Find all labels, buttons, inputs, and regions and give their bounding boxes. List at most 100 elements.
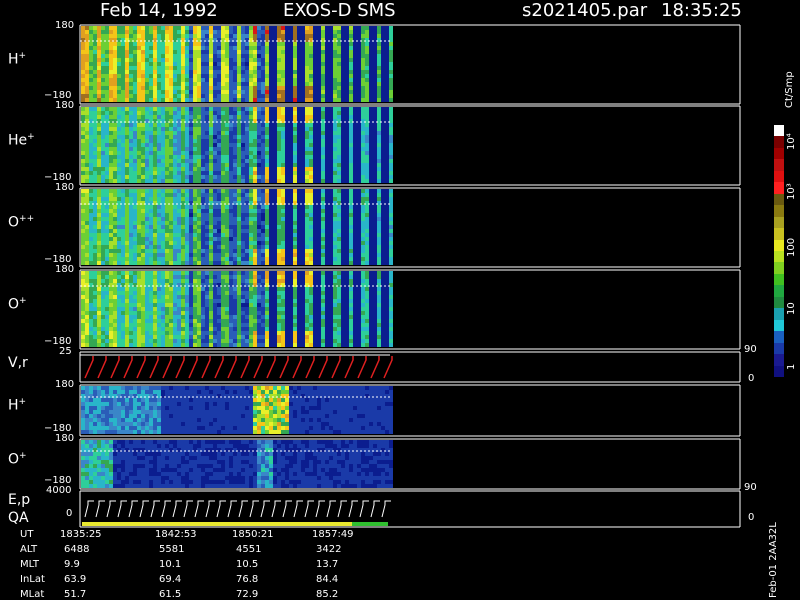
heatmap-cell — [325, 30, 329, 34]
heatmap-cell — [193, 42, 197, 46]
heatmap-cell — [93, 311, 97, 315]
heatmap-cell — [349, 54, 353, 58]
heatmap-cell — [133, 261, 137, 265]
heatmap-cell — [113, 197, 117, 201]
heatmap-cell — [329, 107, 333, 111]
heatmap-cell — [341, 257, 345, 261]
heatmap-cell — [121, 331, 125, 335]
heatmap-cell — [277, 70, 281, 74]
heatmap-cell — [157, 193, 161, 197]
heatmap-cell — [357, 193, 361, 197]
heatmap-cell — [381, 175, 385, 179]
heatmap-cell — [337, 213, 341, 217]
heatmap-cell — [281, 111, 285, 115]
heatmap-cell — [369, 54, 373, 58]
heatmap-cell — [229, 143, 233, 147]
heatmap-cell — [133, 70, 137, 74]
heatmap-cell — [205, 30, 209, 34]
heatmap-cell — [145, 323, 149, 327]
heatmap-cell — [337, 155, 341, 159]
heatmap-cell — [93, 46, 97, 50]
heatmap-cell — [249, 70, 253, 74]
heatmap-cell — [377, 237, 381, 241]
heatmap-cell — [85, 135, 89, 139]
heatmap-cell — [253, 135, 257, 139]
heatmap-cell — [89, 111, 93, 115]
heatmap-cell — [281, 249, 285, 253]
heatmap-cell — [129, 307, 133, 311]
heatmap-cell — [257, 205, 261, 209]
heatmap-cell — [225, 253, 229, 257]
heatmap-cell — [305, 171, 309, 175]
heatmap-cell — [377, 221, 381, 225]
heatmap-cell — [353, 257, 357, 261]
heatmap-cell — [385, 159, 389, 163]
heatmap-cell — [345, 50, 349, 54]
heatmap-cell — [233, 70, 237, 74]
heatmap-cell — [229, 50, 233, 54]
heatmap-cell — [169, 127, 173, 131]
heatmap-cell — [385, 78, 389, 82]
heatmap-cell — [177, 261, 181, 265]
heatmap-cell — [365, 46, 369, 50]
heatmap-cell — [269, 171, 273, 175]
heatmap-cell — [129, 315, 133, 319]
heatmap-cell — [133, 299, 137, 303]
heatmap-cell — [373, 229, 377, 233]
heatmap-cell — [109, 287, 113, 291]
heatmap-cell — [245, 159, 249, 163]
heatmap-cell — [125, 171, 129, 175]
heatmap-cell — [97, 58, 101, 62]
heatmap-cell — [169, 78, 173, 82]
heatmap-cell — [161, 111, 165, 115]
heatmap-cell — [137, 127, 141, 131]
heatmap-cell — [101, 179, 105, 183]
heatmap-cell — [317, 78, 321, 82]
heatmap-cell — [177, 74, 181, 78]
heatmap-cell — [97, 299, 101, 303]
heatmap-cell — [221, 229, 225, 233]
heatmap-cell — [121, 171, 125, 175]
heatmap-cell — [153, 135, 157, 139]
heatmap-cell — [217, 147, 221, 151]
heatmap-cell — [329, 82, 333, 86]
heatmap-cell — [349, 261, 353, 265]
heatmap-cell — [177, 291, 181, 295]
heatmap-cell — [285, 94, 289, 98]
heatmap-cell — [93, 217, 97, 221]
heatmap-cell — [325, 233, 329, 237]
heatmap-cell — [289, 179, 293, 183]
heatmap-cell — [105, 271, 109, 275]
heatmap-cell — [221, 171, 225, 175]
heatmap-cell — [257, 253, 261, 257]
heatmap-cell — [113, 295, 117, 299]
heatmap-cell — [237, 249, 241, 253]
heatmap-cell — [281, 139, 285, 143]
heatmap-cell — [385, 135, 389, 139]
heatmap-cell — [389, 86, 393, 90]
heatmap-cell — [365, 163, 369, 167]
heatmap-cell — [121, 127, 125, 131]
heatmap-cell — [369, 249, 373, 253]
heatmap-cell — [237, 34, 241, 38]
heatmap-cell — [281, 30, 285, 34]
heatmap-cell — [333, 257, 337, 261]
heatmap-cell — [137, 26, 141, 30]
heatmap-cell — [137, 237, 141, 241]
heatmap-cell — [253, 139, 257, 143]
heatmap-cell — [233, 205, 237, 209]
heatmap-cell — [293, 42, 297, 46]
heatmap-cell — [85, 167, 89, 171]
heatmap-cell — [273, 90, 277, 94]
heatmap-cell — [341, 30, 345, 34]
heatmap-cell — [153, 86, 157, 90]
heatmap-cell — [345, 257, 349, 261]
heatmap-cell — [337, 34, 341, 38]
heatmap-cell — [317, 66, 321, 70]
heatmap-cell — [221, 46, 225, 50]
heatmap-cell — [221, 98, 225, 102]
heatmap-cell — [101, 287, 105, 291]
heatmap-cell — [185, 229, 189, 233]
heatmap-cell — [169, 241, 173, 245]
heatmap-cell — [161, 74, 165, 78]
